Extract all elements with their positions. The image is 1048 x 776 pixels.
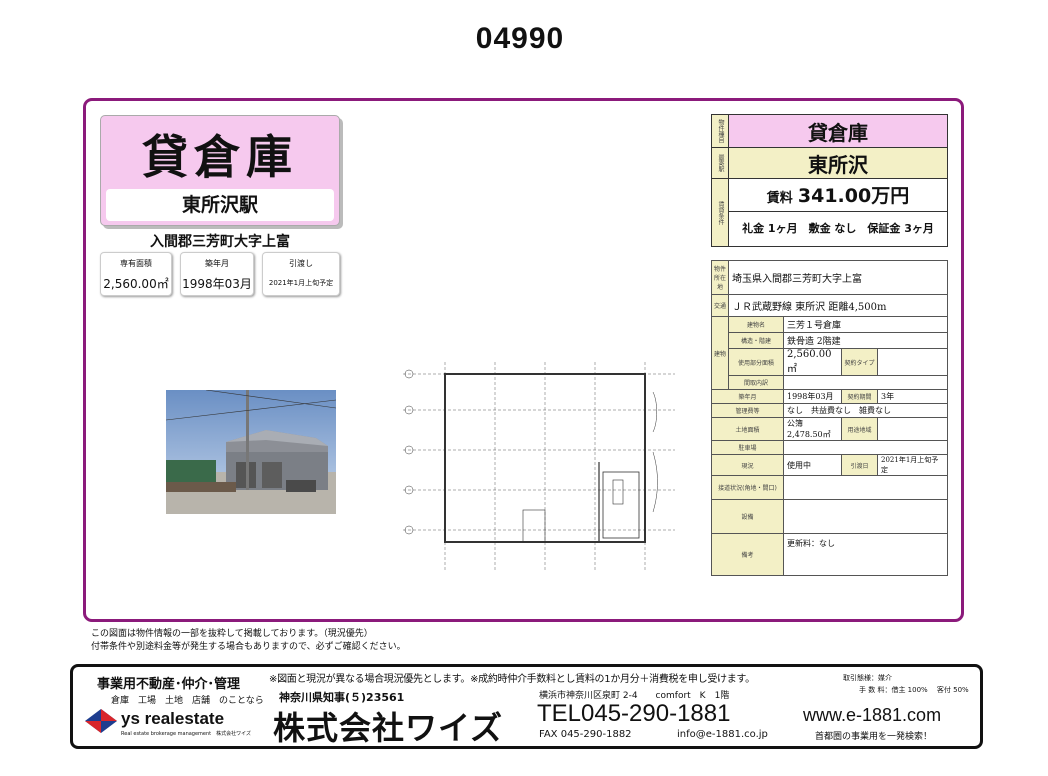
rent-label: 賃料	[766, 190, 793, 206]
remarks-label: 備考	[711, 533, 784, 576]
area-box: 専有面積 2,560.00㎡	[100, 252, 172, 296]
floor-plan-drawing	[403, 362, 675, 572]
building-name-value: 三芳１号倉庫	[783, 316, 948, 333]
area-box-value: 2,560.00㎡	[103, 277, 169, 291]
equipment-value	[783, 499, 948, 534]
building-name-label: 建物名	[728, 316, 784, 333]
categories-line: 倉庫 工場 土地 店舗 のことなら	[111, 696, 264, 706]
management-fee-label: 管理費等	[711, 403, 784, 418]
summary-table: 物件種目 貸倉庫 最寄駅 東所沢 賃貸条件 賃料 341.00万円 礼金 1ヶ月…	[711, 114, 948, 247]
title-card: 貸倉庫 東所沢駅	[100, 115, 340, 226]
rent-row: 賃料 341.00万円	[729, 180, 947, 212]
business-line: 事業用不動産･仲介･管理	[97, 677, 241, 692]
status-value: 使用中	[783, 454, 842, 476]
station-label: 東所沢駅	[106, 189, 334, 221]
disclaimer: ※図面と現況が異なる場合現況優先とします。※成約時仲介手数料とし賃料の1か月分＋…	[269, 674, 755, 685]
status-label: 現況	[711, 454, 784, 476]
handover-date-label: 引渡日	[841, 454, 878, 476]
deal-type: 取引態様：媒介	[843, 674, 892, 682]
company-name: 株式会社ワイズ	[273, 709, 504, 747]
website-link[interactable]: www.e-1881.com	[803, 705, 941, 726]
detail-table: 物件所在地 埼玉県入間郡三芳町大字上富 交通 ＪＲ武蔵野線 東所沢 距離4,50…	[711, 260, 948, 576]
deposit-terms: 礼金 1ヶ月 敷金 なし 保証金 3ヶ月	[742, 221, 934, 235]
land-area-value: 公簿 2,478.50㎡	[783, 417, 842, 441]
building-label: 建物	[711, 316, 729, 390]
summary-station: 東所沢	[728, 147, 948, 179]
contract-type-label: 契約タイプ	[841, 348, 878, 376]
warehouse-photo	[166, 390, 336, 514]
summary-type: 貸倉庫	[728, 114, 948, 148]
usage-area-value: 2,560.00㎡	[783, 348, 842, 376]
area-box-label: 専有面積	[120, 259, 152, 268]
page-id: 04990	[475, 22, 565, 55]
built-box-label: 築年月	[205, 259, 229, 268]
road-access-label: 接道状況(角地・間口)	[711, 475, 784, 500]
contract-type-value	[877, 348, 948, 376]
location-value: 埼玉県入間郡三芳町大字上富	[728, 260, 948, 295]
rent-value: 341.00万円	[797, 184, 910, 207]
summary-station-label: 最寄駅	[711, 147, 729, 179]
equipment-label: 設備	[711, 499, 784, 534]
property-type-heading: 貸倉庫	[142, 130, 298, 184]
notes: この図面は物件情報の一部を抜粋して掲載しております。（現況優先） 付帯条件や別途…	[91, 628, 406, 654]
remarks-value: 更新料：なし	[783, 533, 948, 576]
address-line: 入間郡三芳町大字上富	[150, 234, 290, 250]
zoning-value	[877, 417, 948, 441]
summary-type-label: 物件種目	[711, 114, 729, 148]
handover-box-value: 2021年1月上旬予定	[268, 279, 334, 287]
road-access-value	[783, 475, 948, 500]
period-label: 契約期間	[841, 389, 878, 404]
company-footer: 事業用不動産･仲介･管理 倉庫 工場 土地 店舗 のことなら ys reales…	[70, 664, 983, 749]
parking-label: 駐車場	[711, 440, 784, 455]
note-line: 付帯条件や別途料金等が発生する場合もありますので、必ずご確認ください。	[91, 642, 406, 652]
layout-value	[783, 375, 948, 390]
company-logo-icon	[83, 707, 119, 737]
management-fee-value: なし 共益費なし 雑費なし	[783, 403, 948, 418]
zoning-label: 用途地域	[841, 417, 878, 441]
built-box: 築年月 1998年03月	[180, 252, 254, 296]
handover-box-label: 引渡し	[289, 259, 313, 268]
logo-subtext: Real estate brokerage management 株式会社ワイズ	[121, 731, 251, 737]
logo-text: ys realestate	[121, 709, 225, 728]
summary-terms-label: 賃貸条件	[711, 178, 729, 247]
transport-label: 交通	[711, 294, 729, 317]
tel-number: TEL045-290-1881	[537, 700, 731, 727]
note-line: この図面は物件情報の一部を抜粋して掲載しております。（現況優先）	[91, 629, 373, 639]
structure-value: 鉄骨造 2階建	[783, 332, 948, 349]
built-value: 1998年03月	[783, 389, 842, 404]
parking-value	[783, 440, 948, 455]
tagline: 首都圏の事業用を一発検索！	[815, 732, 933, 742]
location-label: 物件所在地	[711, 260, 729, 295]
built-box-value: 1998年03月	[182, 277, 252, 291]
layout-label: 間取内訳	[728, 375, 784, 390]
usage-area-label: 使用部分面積	[728, 348, 784, 376]
handover-date-value: 2021年1月上旬予定	[877, 454, 948, 476]
structure-label: 構造・階建	[728, 332, 784, 349]
land-area-label: 土地面積	[711, 417, 784, 441]
email-address: info@e-1881.co.jp	[677, 729, 768, 740]
built-label: 築年月	[711, 389, 784, 404]
transport-value: ＪＲ武蔵野線 東所沢 距離4,500m	[728, 294, 948, 317]
handover-box: 引渡し 2021年1月上旬予定	[262, 252, 340, 296]
fee-split: 手 数 料：借主 100% 客付 50%	[859, 686, 969, 694]
period-value: 3年	[877, 389, 948, 404]
fax-number: FAX 045-290-1882	[539, 729, 632, 740]
